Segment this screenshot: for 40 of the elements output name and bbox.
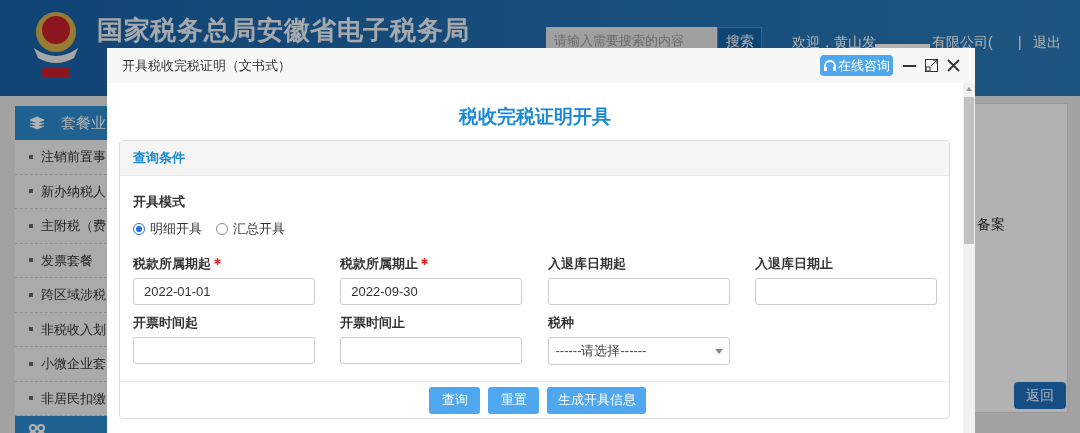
input-field[interactable]: 2022-09-30 (340, 278, 523, 305)
bullet-icon (29, 189, 33, 194)
back-button[interactable]: 返回 (1014, 382, 1066, 409)
radio-label: 汇总开具 (233, 220, 285, 239)
layers-icon (29, 116, 45, 130)
bullet-icon (29, 154, 33, 159)
panel-title: 查询条件 (133, 149, 185, 168)
input-field[interactable] (133, 337, 315, 364)
logout-link[interactable]: 退出 (1033, 32, 1061, 53)
close-icon[interactable] (947, 59, 960, 72)
headset-icon (823, 58, 837, 73)
radio-label: 明细开具 (150, 220, 202, 239)
input-field[interactable] (340, 337, 523, 364)
bullet-icon (29, 223, 33, 228)
field-label: 开票时间起 (133, 313, 198, 332)
page-heading: 税收完税证明开具 (457, 105, 612, 129)
dialog-title: 开具税收完税证明（文书式） (122, 56, 291, 75)
select-field[interactable]: ------请选择------ (547, 337, 730, 365)
bullet-icon (29, 258, 33, 263)
field-label: 税种 (547, 313, 574, 332)
input-field[interactable] (754, 278, 937, 305)
field-label: 开具模式 (133, 193, 186, 211)
bullet-icon (29, 292, 33, 297)
card-text: 备案 (977, 215, 1005, 234)
field-label: 税款所属期起 (133, 254, 211, 273)
input-field[interactable] (547, 278, 730, 305)
bullet-icon (29, 396, 33, 401)
caret-icon (714, 349, 723, 354)
maximize-icon[interactable] (925, 59, 938, 72)
field-label: 入退库日期起 (547, 254, 626, 273)
scrollbar[interactable] (963, 83, 975, 433)
field-label: 税款所属期止 (340, 254, 419, 273)
field-label: 开票时间止 (340, 313, 406, 332)
scrollbar-thumb[interactable] (964, 97, 974, 244)
bullet-icon (29, 327, 33, 332)
input-field[interactable]: 2022-01-01 (133, 278, 315, 305)
separator-text: | (1018, 33, 1022, 52)
site-title: 国家税务总局安徽省电子税务局 (97, 14, 471, 46)
bullet-icon (29, 361, 33, 366)
field-label: 入退库日期止 (754, 254, 833, 273)
